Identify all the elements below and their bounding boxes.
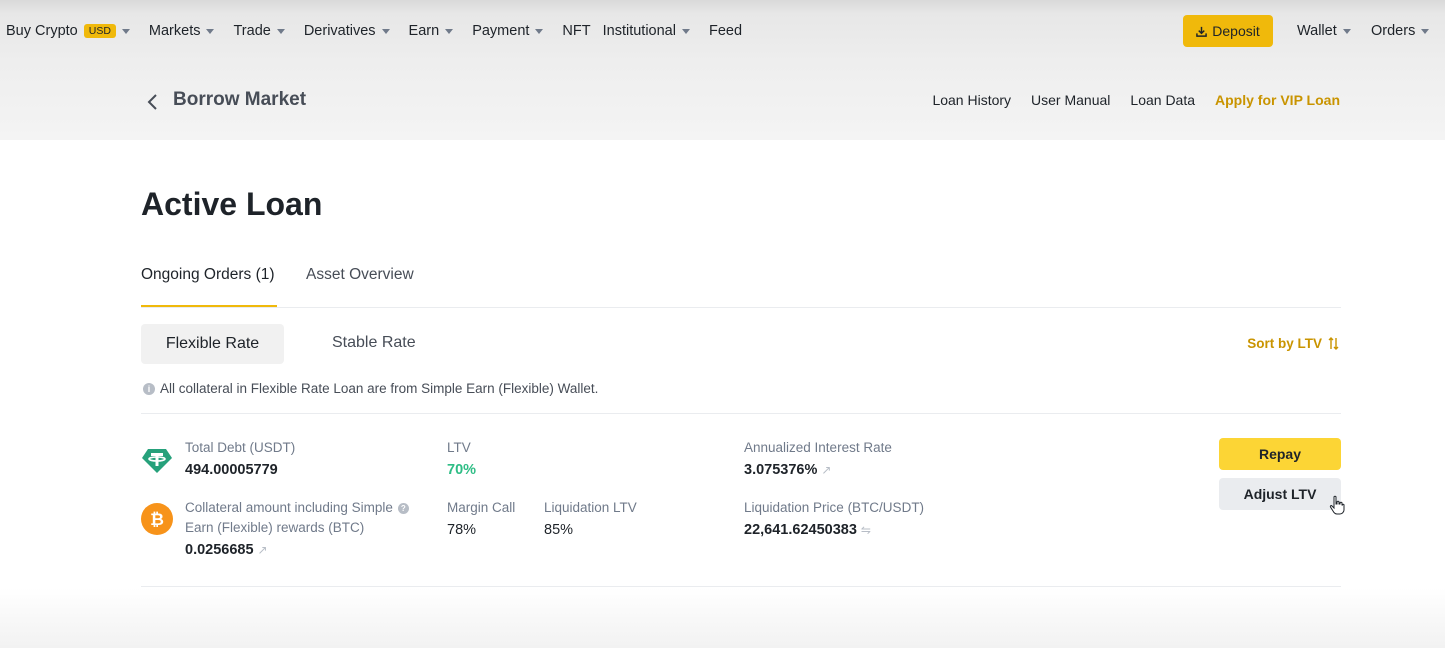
nav-label: Buy Crypto	[6, 23, 78, 39]
liquidation-price-value-group: 22,641.62450383 ⇋	[744, 522, 871, 538]
liquidation-ltv-value: 85%	[544, 522, 574, 538]
tab-asset-overview[interactable]: Asset Overview	[306, 266, 414, 284]
download-icon	[1196, 26, 1208, 37]
interest-rate-value: 3.075376%	[744, 462, 818, 478]
collateral-label-line2: Earn (Flexible) rewards (BTC)	[185, 520, 365, 535]
margin-call-value: 78%	[447, 522, 477, 538]
nav-label: Institutional	[602, 23, 676, 39]
nav-wallet[interactable]: Wallet	[1297, 0, 1351, 62]
top-nav: Buy Crypto USD Markets Trade Derivatives…	[0, 0, 1445, 62]
apply-vip-loan-link[interactable]: Apply for VIP Loan	[1215, 92, 1340, 108]
repay-button[interactable]: Repay	[1219, 438, 1341, 470]
divider	[141, 307, 1341, 308]
caret-down-icon	[1421, 28, 1430, 34]
info-icon: i	[143, 383, 155, 395]
nav-label: NFT	[562, 23, 591, 39]
collateral-label-line1: Collateral amount including Simple	[185, 500, 393, 515]
caret-down-icon	[681, 28, 690, 34]
nav-label: Feed	[708, 23, 743, 39]
hand-cursor-icon	[1329, 495, 1345, 515]
question-icon[interactable]: ?	[397, 503, 409, 514]
divider	[141, 586, 1341, 587]
repay-label: Repay	[1258, 446, 1302, 462]
nav-item-trade[interactable]: Trade	[233, 23, 285, 39]
user-manual-link[interactable]: User Manual	[1031, 92, 1110, 108]
nav-item-earn[interactable]: Earn	[409, 23, 454, 39]
sub-header-links: Loan History User Manual Loan Data Apply…	[912, 92, 1340, 108]
tether-icon	[142, 449, 172, 473]
deposit-label: Deposit	[1212, 23, 1260, 39]
flexible-rate-label: Flexible Rate	[165, 335, 260, 352]
nav-label: Trade	[233, 23, 271, 39]
adjust-ltv-label: Adjust LTV	[1243, 486, 1317, 502]
loan-history-link[interactable]: Loan History	[932, 92, 1011, 108]
swap-icon[interactable]: ⇋	[861, 523, 871, 537]
page-title: Borrow Market	[173, 89, 307, 110]
nav-menu: Buy Crypto USD Markets Trade Derivatives…	[6, 0, 761, 62]
nav-item-derivatives[interactable]: Derivatives	[304, 23, 390, 39]
info-text: All collateral in Flexible Rate Loan are…	[160, 381, 599, 396]
collateral-value: 0.0256685	[185, 542, 254, 558]
caret-down-icon	[276, 28, 285, 34]
external-link-icon[interactable]: ↗	[258, 543, 268, 557]
total-debt-label: Total Debt (USDT)	[185, 440, 296, 455]
caret-down-icon	[1342, 28, 1351, 34]
tab-ongoing-orders[interactable]: Ongoing Orders (1)	[141, 266, 275, 284]
orders-label: Orders	[1371, 23, 1416, 39]
nav-orders[interactable]: Orders	[1371, 0, 1430, 62]
collateral-label: Collateral amount including Simple? Earn…	[185, 498, 409, 538]
tab-stable-rate[interactable]: Stable Rate	[332, 334, 416, 352]
nav-item-payment[interactable]: Payment	[472, 23, 544, 39]
nav-item-buy-crypto[interactable]: Buy Crypto USD	[6, 23, 130, 39]
nav-label: Payment	[472, 23, 530, 39]
nav-label: Markets	[148, 23, 201, 39]
liquidation-price-label: Liquidation Price (BTC/USDT)	[744, 500, 925, 515]
tab-flexible-rate[interactable]: Flexible Rate	[141, 324, 284, 364]
nav-label: Derivatives	[303, 23, 376, 39]
nav-item-institutional[interactable]: Institutional	[603, 23, 690, 39]
sort-label: Sort by LTV	[1247, 336, 1322, 351]
adjust-ltv-button[interactable]: Adjust LTV	[1219, 478, 1341, 510]
bitcoin-icon: ₿	[141, 503, 173, 535]
back-arrow-icon[interactable]	[146, 93, 160, 111]
external-link-icon[interactable]: ↗	[821, 463, 831, 477]
currency-badge: USD	[83, 24, 116, 38]
section-title: Active Loan	[141, 186, 323, 222]
deposit-button[interactable]: Deposit	[1183, 15, 1273, 47]
page-bottom	[0, 588, 1445, 648]
collateral-value-group: 0.0256685 ↗	[185, 542, 268, 558]
nav-item-markets[interactable]: Markets	[149, 23, 215, 39]
interest-rate-value-group: 3.075376% ↗	[744, 462, 831, 478]
sort-by-ltv-button[interactable]: Sort by LTV	[1247, 336, 1339, 351]
svg-text:₿: ₿	[150, 510, 164, 530]
caret-down-icon	[445, 28, 454, 34]
margin-call-label: Margin Call	[447, 500, 516, 515]
loan-data-link[interactable]: Loan Data	[1130, 92, 1195, 108]
sort-icon	[1328, 337, 1339, 350]
liquidation-ltv-label: Liquidation LTV	[544, 500, 637, 515]
nav-item-feed[interactable]: Feed	[709, 23, 742, 39]
caret-down-icon	[535, 28, 544, 34]
caret-down-icon	[121, 28, 130, 34]
caret-down-icon	[381, 28, 390, 34]
caret-down-icon	[206, 28, 215, 34]
divider	[141, 413, 1341, 414]
liquidation-price-value: 22,641.62450383	[744, 522, 857, 538]
total-debt-value: 494.00005779	[185, 462, 278, 478]
wallet-label: Wallet	[1297, 23, 1337, 39]
ltv-label: LTV	[447, 440, 471, 455]
nav-item-nft[interactable]: NFT	[562, 23, 590, 39]
ltv-value: 70%	[447, 462, 477, 478]
nav-label: Earn	[408, 23, 440, 39]
interest-rate-label: Annualized Interest Rate	[744, 440, 892, 455]
